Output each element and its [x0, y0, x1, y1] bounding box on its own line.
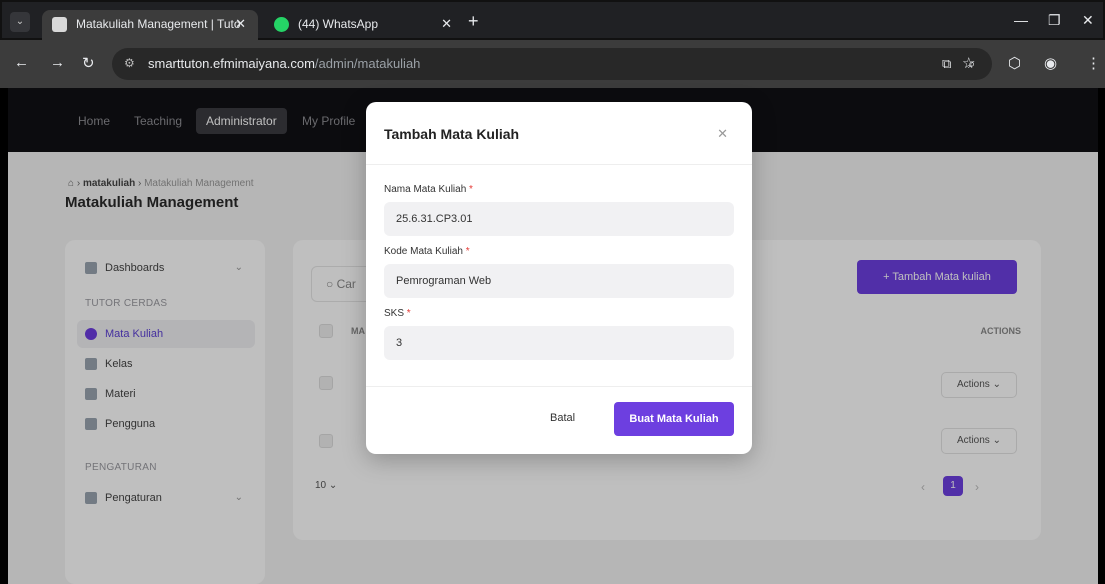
whatsapp-icon	[274, 17, 289, 32]
required-marker: *	[406, 308, 411, 319]
window-close-icon[interactable]: ✕	[1082, 12, 1094, 29]
url-path: /admin/matakuliah	[314, 56, 421, 71]
tab-close-icon[interactable]: ✕	[235, 10, 246, 38]
minimize-icon[interactable]: —	[1014, 12, 1028, 28]
url-domain: smarttuton.efmimaiyana.com	[148, 56, 315, 71]
close-icon[interactable]: ✕	[717, 126, 728, 142]
bookmark-star-icon[interactable]: ☆	[962, 54, 975, 72]
extensions-icon[interactable]: ⬡	[1008, 54, 1021, 72]
site-favicon-icon	[52, 17, 67, 32]
address-bar: ← → ↻ ⚙ smarttuton.efmimaiyana.com/admin…	[0, 40, 1105, 88]
kode-label: Kode Mata Kuliah *	[384, 246, 470, 257]
url-field[interactable]: ⚙ smarttuton.efmimaiyana.com/admin/matak…	[112, 48, 992, 80]
browser-tab-bar: ⌄ Matakuliah Management | Tuto ✕ (44) Wh…	[0, 0, 1105, 42]
field-label: Nama Mata Kuliah	[384, 184, 467, 195]
tab-close-icon[interactable]: ✕	[441, 10, 452, 38]
required-marker: *	[465, 246, 470, 257]
nama-mata-kuliah-input[interactable]	[384, 202, 734, 236]
modal-divider	[366, 386, 752, 387]
back-icon[interactable]: ←	[14, 54, 29, 71]
reload-icon[interactable]: ↻	[82, 54, 95, 72]
add-course-modal: Tambah Mata Kuliah ✕ Nama Mata Kuliah * …	[366, 102, 752, 454]
site-info-icon[interactable]: ⚙	[124, 56, 135, 70]
sks-input[interactable]	[384, 326, 734, 360]
translate-icon[interactable]: ⧉	[942, 56, 951, 72]
sks-label: SKS *	[384, 308, 411, 319]
nama-label: Nama Mata Kuliah *	[384, 184, 473, 195]
menu-kebab-icon[interactable]: ⋮	[1086, 54, 1101, 72]
new-tab-button[interactable]: +	[468, 11, 479, 32]
profile-avatar-icon[interactable]: ◉	[1044, 54, 1057, 72]
required-marker: *	[469, 184, 473, 195]
create-course-button[interactable]: Buat Mata Kuliah	[614, 402, 734, 436]
field-label: Kode Mata Kuliah	[384, 246, 463, 257]
tab-title: Matakuliah Management | Tuto	[76, 17, 241, 31]
tab-search-button[interactable]: ⌄	[10, 12, 30, 32]
field-label: SKS	[384, 308, 405, 319]
kode-mata-kuliah-input[interactable]	[384, 264, 734, 298]
forward-icon[interactable]: →	[50, 54, 65, 71]
restore-icon[interactable]: ❐	[1048, 12, 1061, 29]
tab-matakuliah[interactable]: Matakuliah Management | Tuto ✕	[42, 10, 258, 42]
modal-title: Tambah Mata Kuliah	[384, 126, 520, 142]
tab-title: (44) WhatsApp	[298, 17, 379, 31]
cancel-button[interactable]: Batal	[550, 412, 575, 424]
modal-divider	[366, 164, 752, 165]
tab-whatsapp[interactable]: (44) WhatsApp ✕	[264, 10, 464, 42]
